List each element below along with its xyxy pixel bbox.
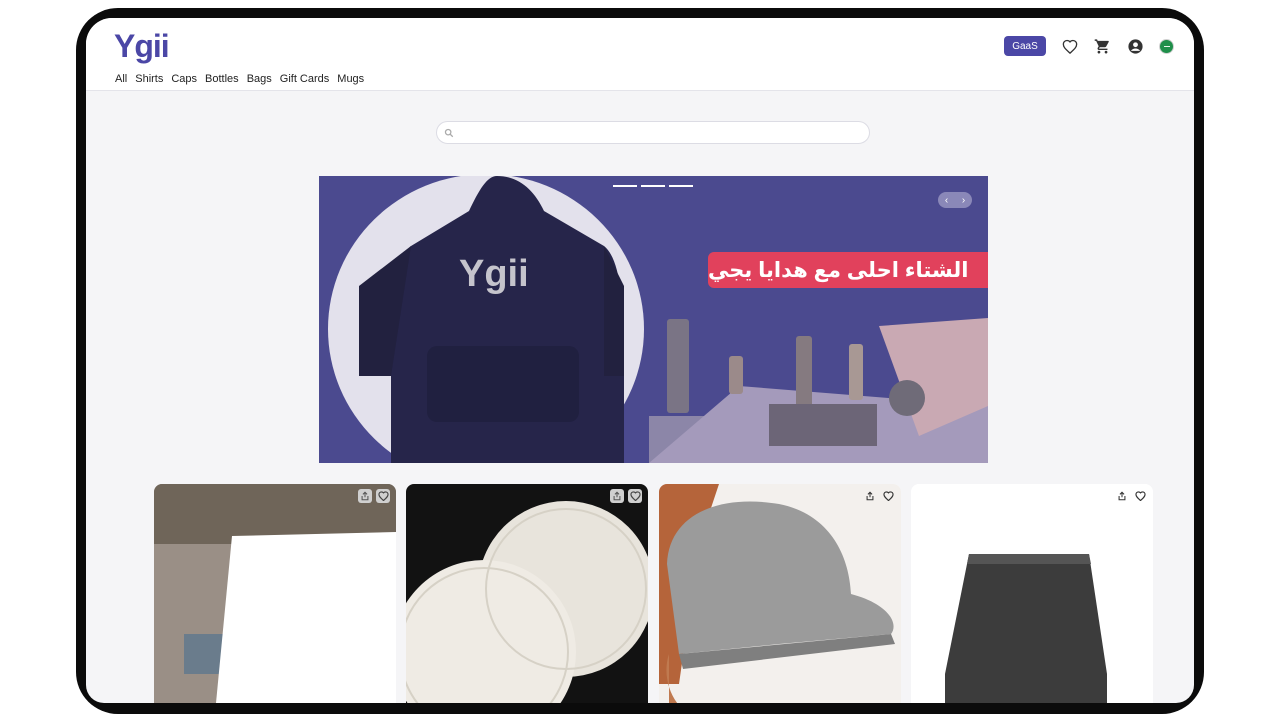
carousel-arrows[interactable]: ‹ › xyxy=(938,192,972,208)
heart-icon[interactable] xyxy=(628,489,642,503)
product-image xyxy=(911,484,1153,703)
hoodie-image: Ygii xyxy=(359,176,988,463)
product-image xyxy=(154,484,396,703)
share-icon[interactable] xyxy=(863,489,877,503)
hoodie-print: Ygii xyxy=(459,253,529,295)
carousel-dot[interactable] xyxy=(613,185,637,187)
share-icon[interactable] xyxy=(358,489,372,503)
product-image xyxy=(406,484,648,703)
cart-icon[interactable] xyxy=(1093,37,1112,56)
search-input[interactable] xyxy=(459,125,863,142)
category-nav: All Shirts Caps Bottles Bags Gift Cards … xyxy=(115,73,364,85)
product-card[interactable] xyxy=(911,484,1153,703)
product-image xyxy=(659,484,901,703)
nav-item-bottles[interactable]: Bottles xyxy=(205,73,239,85)
top-header: Ygii All Shirts Caps Bottles Bags Gift C… xyxy=(86,18,1194,91)
hero-tagline: الشتاء احلى مع هدايا يجي xyxy=(708,252,988,288)
chevron-left-icon[interactable]: ‹ xyxy=(945,195,948,206)
nav-item-shirts[interactable]: Shirts xyxy=(135,73,163,85)
nav-item-bags[interactable]: Bags xyxy=(247,73,272,85)
search-bar xyxy=(436,121,870,144)
nav-item-gift-cards[interactable]: Gift Cards xyxy=(280,73,330,85)
product-card[interactable] xyxy=(154,484,396,703)
search-icon xyxy=(444,128,454,138)
header-actions: GaaS xyxy=(1004,36,1174,56)
brand-logo[interactable]: Ygii xyxy=(114,26,170,66)
product-card[interactable] xyxy=(406,484,648,703)
carousel-dot[interactable] xyxy=(641,185,665,187)
share-icon[interactable] xyxy=(610,489,624,503)
nav-item-caps[interactable]: Caps xyxy=(171,73,197,85)
nav-item-mugs[interactable]: Mugs xyxy=(337,73,364,85)
carousel-dot[interactable] xyxy=(669,185,693,187)
wishlist-heart-icon[interactable] xyxy=(1060,37,1079,56)
nav-item-all[interactable]: All xyxy=(115,73,127,85)
heart-icon[interactable] xyxy=(881,489,895,503)
product-card[interactable] xyxy=(659,484,901,703)
app-screen: Ygii All Shirts Caps Bottles Bags Gift C… xyxy=(86,18,1194,703)
chevron-right-icon[interactable]: › xyxy=(962,195,965,206)
gaas-button[interactable]: GaaS xyxy=(1004,36,1046,56)
account-icon[interactable] xyxy=(1126,37,1145,56)
share-icon[interactable] xyxy=(1115,489,1129,503)
heart-icon[interactable] xyxy=(376,489,390,503)
language-flag-icon[interactable] xyxy=(1159,38,1174,54)
hero-banner[interactable]: Ygii ‹ › الشتاء احلى مع هدايا يجي xyxy=(319,176,988,463)
carousel-indicators[interactable] xyxy=(613,185,693,187)
heart-icon[interactable] xyxy=(1133,489,1147,503)
